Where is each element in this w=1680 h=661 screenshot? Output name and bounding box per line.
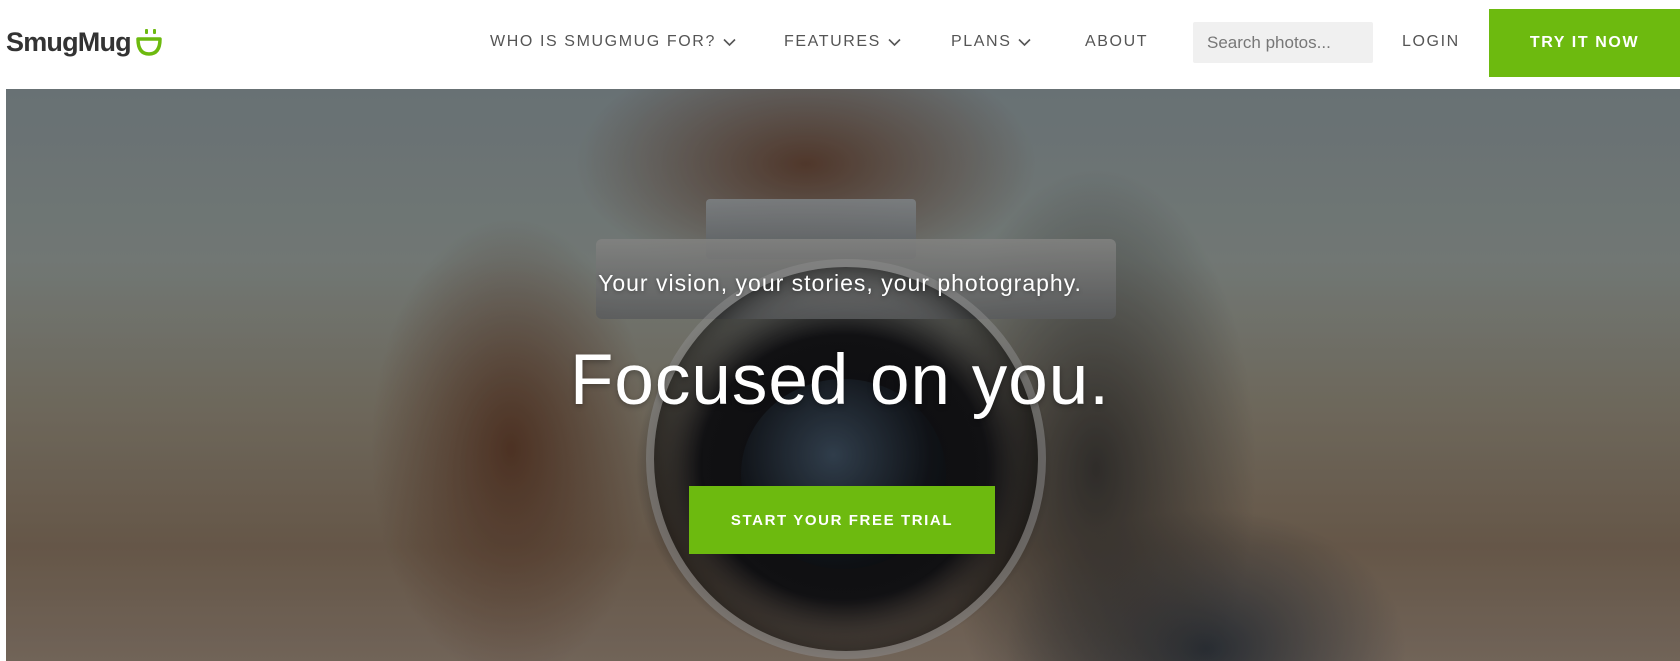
chevron-down-icon bbox=[888, 38, 901, 46]
logo-wordmark: SmugMug bbox=[6, 26, 132, 57]
nav-who-is-smugmug-for[interactable]: WHO IS SMUGMUG FOR? bbox=[490, 30, 736, 54]
chevron-down-icon bbox=[723, 38, 736, 46]
nav-label: ABOUT bbox=[1085, 33, 1149, 50]
smugmug-smile-icon bbox=[136, 29, 162, 56]
nav-label: PLANS bbox=[951, 33, 1012, 50]
hero-tagline: Your vision, your stories, your photogra… bbox=[598, 270, 1082, 296]
start-free-trial-button[interactable]: START YOUR FREE TRIAL bbox=[689, 486, 995, 554]
nav-label: FEATURES bbox=[784, 33, 881, 50]
nav-plans[interactable]: PLANS bbox=[951, 30, 1032, 54]
smugmug-logo[interactable]: SmugMug bbox=[6, 22, 163, 62]
site-header: SmugMug WHO IS SMUGMUG FOR? FEATURES PLA… bbox=[0, 0, 1680, 89]
nav-about[interactable]: ABOUT bbox=[1085, 30, 1148, 54]
chevron-down-icon bbox=[1018, 38, 1032, 46]
search-input[interactable] bbox=[1193, 22, 1373, 63]
login-link[interactable]: LOGIN bbox=[1402, 30, 1460, 54]
hero-headline: Focused on you. bbox=[570, 341, 1110, 420]
nav-label: WHO IS SMUGMUG FOR? bbox=[490, 33, 716, 50]
try-it-now-button[interactable]: TRY IT NOW bbox=[1489, 9, 1680, 77]
nav-features[interactable]: FEATURES bbox=[784, 30, 901, 54]
